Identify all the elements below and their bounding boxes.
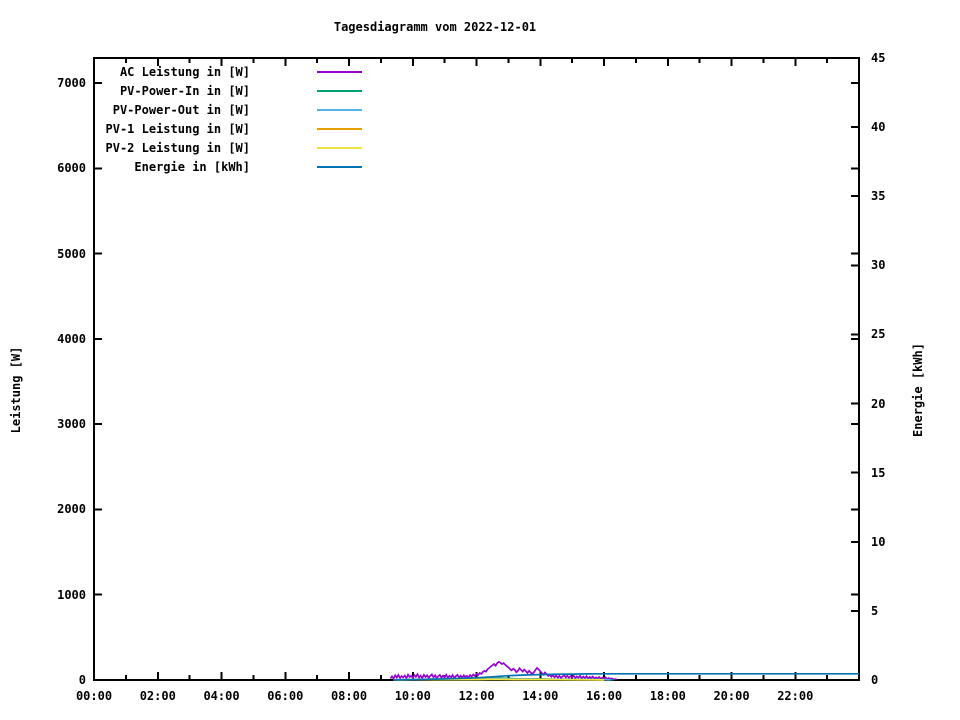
y-axis-title: Leistung [W] — [9, 346, 23, 434]
plot-area — [93, 57, 860, 681]
chart-title: Tagesdiagramm vom 2022-12-01 — [333, 20, 537, 34]
y2-axis-title: Energie [kWh] — [911, 343, 925, 437]
chart-canvas: Tagesdiagramm vom 2022-12-01 Leistung [W… — [0, 0, 960, 720]
series-ac-line — [389, 660, 618, 681]
plot-frame — [93, 57, 860, 681]
